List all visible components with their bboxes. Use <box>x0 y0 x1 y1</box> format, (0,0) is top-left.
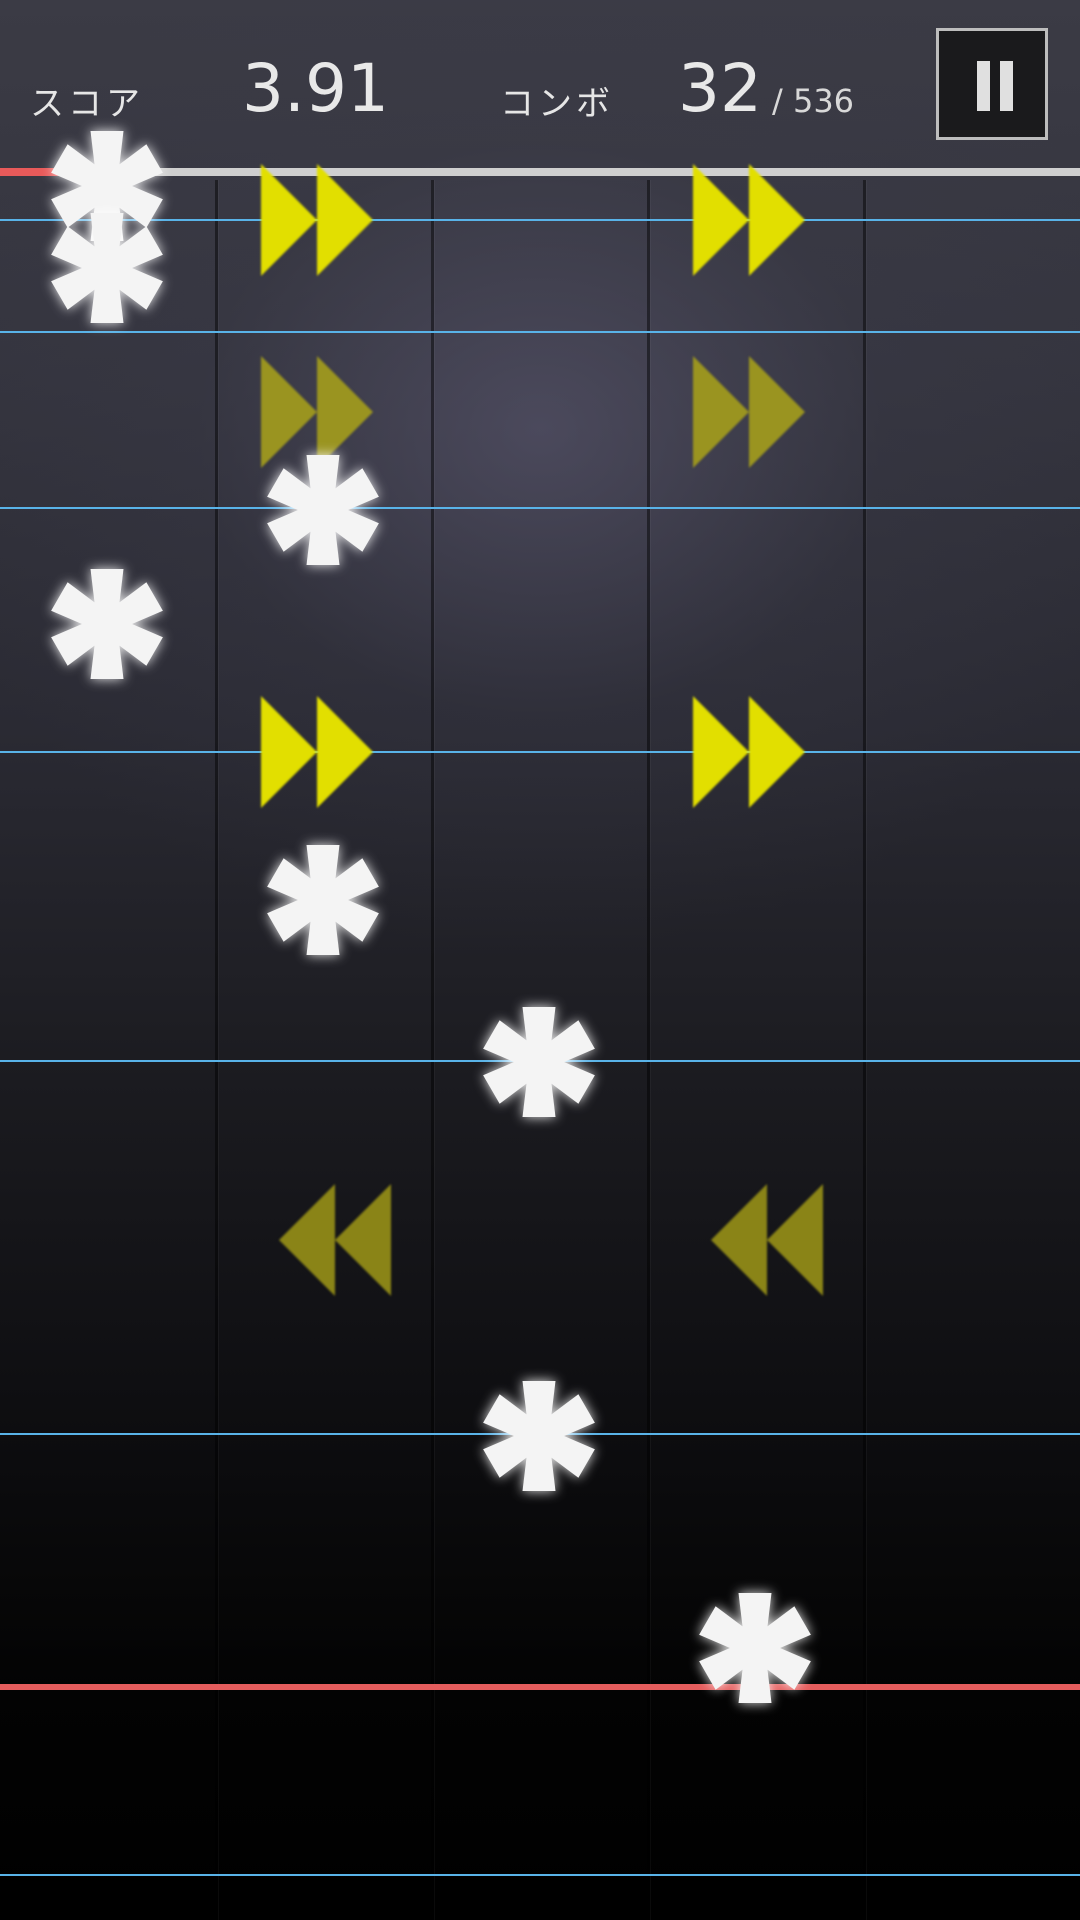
pause-button[interactable] <box>936 28 1048 140</box>
double-arrow-right-icon <box>693 696 805 808</box>
double-arrow-left-icon <box>279 1184 391 1296</box>
flick-right-note <box>259 356 393 468</box>
asterisk-icon <box>51 569 163 679</box>
beat-line <box>0 331 1080 333</box>
lane-divider <box>431 180 434 1920</box>
beat-line <box>0 507 1080 509</box>
flick-left-note <box>691 1184 825 1296</box>
lane-divider <box>215 180 218 1920</box>
tap-note <box>51 569 163 679</box>
tap-note <box>267 455 379 565</box>
combo-label: コンボ <box>500 84 614 124</box>
double-arrow-right-icon <box>261 164 373 276</box>
tap-note <box>267 845 379 955</box>
flick-right-note <box>259 164 393 276</box>
asterisk-icon <box>483 1381 595 1491</box>
beat-line <box>0 751 1080 753</box>
asterisk-icon <box>267 845 379 955</box>
lane-divider <box>863 180 866 1920</box>
judgement-line <box>0 1684 1080 1690</box>
double-arrow-right-icon <box>261 356 373 468</box>
flick-right-note <box>259 696 393 808</box>
double-arrow-right-icon <box>693 356 805 468</box>
asterisk-icon <box>51 213 163 323</box>
asterisk-icon <box>699 1593 811 1703</box>
asterisk-icon <box>483 1007 595 1117</box>
tap-note <box>483 1381 595 1491</box>
lane-divider <box>647 180 650 1920</box>
combo-value: 32 <box>678 50 762 127</box>
tap-note <box>483 1007 595 1117</box>
tap-note <box>699 1593 811 1703</box>
game-screen[interactable]: スコア 3.91 コンボ 32 / 536 <box>0 0 1080 1920</box>
asterisk-icon <box>267 455 379 565</box>
double-arrow-left-icon <box>711 1184 823 1296</box>
score-value: 3.91 <box>242 50 389 127</box>
beat-line <box>0 1874 1080 1876</box>
score-label: スコア <box>30 84 144 124</box>
flick-right-note <box>691 356 825 468</box>
double-arrow-right-icon <box>693 164 805 276</box>
double-arrow-right-icon <box>261 696 373 808</box>
beat-line <box>0 219 1080 221</box>
tap-note <box>51 213 163 323</box>
flick-right-note <box>691 696 825 808</box>
combo-total: / 536 <box>772 82 855 120</box>
flick-left-note <box>259 1184 393 1296</box>
flick-right-note <box>691 164 825 276</box>
